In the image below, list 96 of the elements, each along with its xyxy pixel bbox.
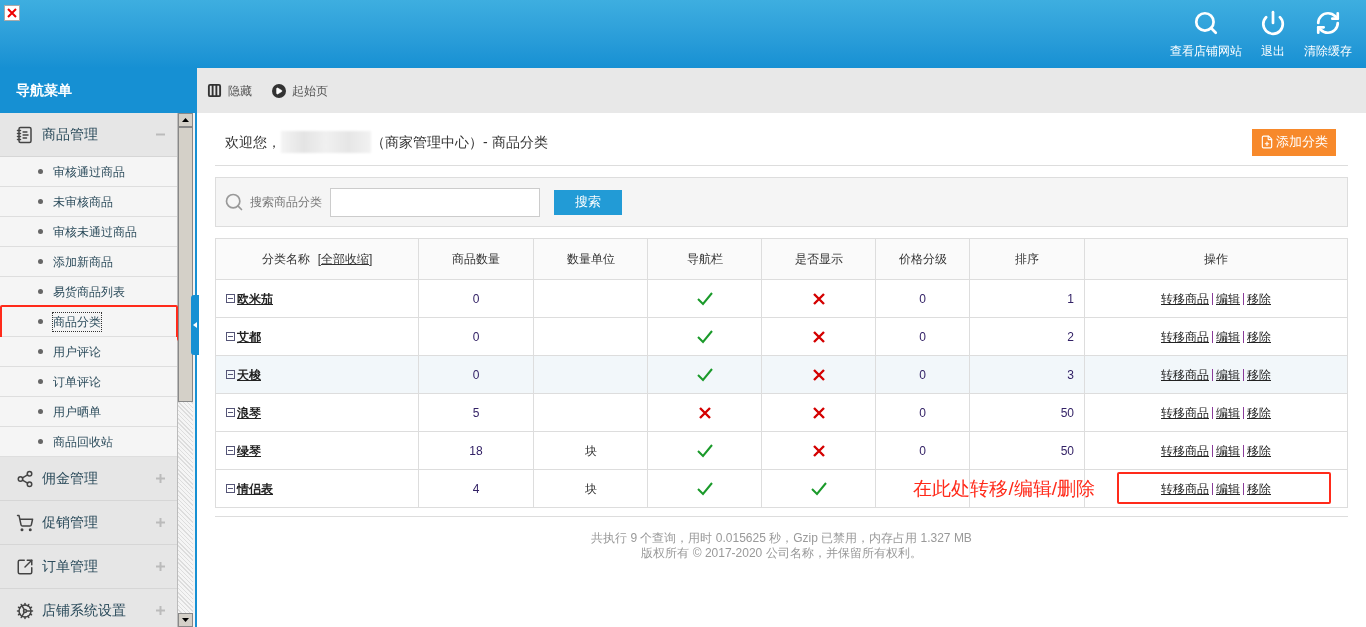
action-link[interactable]: 移除: [1247, 403, 1271, 422]
table-cell-text: 50: [1060, 404, 1074, 422]
category-name-link[interactable]: 绿琴: [237, 441, 261, 460]
export-icon: [16, 557, 34, 576]
collapse-icon[interactable]: [226, 332, 235, 341]
action-link[interactable]: 编辑: [1216, 327, 1240, 346]
table-cell-text: 0: [919, 442, 926, 460]
action-link[interactable]: 移除: [1247, 479, 1271, 498]
refresh-icon: [1315, 10, 1341, 36]
gears-icon: [16, 601, 34, 620]
scrollbar-thumb[interactable]: [178, 127, 193, 402]
category-name-link[interactable]: 天梭: [237, 365, 261, 384]
broken-image-icon: [4, 5, 20, 21]
footer-text: 共执行 9 个查询，用时 0.015625 秒，Gzip 已禁用，内存占用 1.327 MB: [591, 531, 972, 546]
collapse-icon[interactable]: [226, 408, 235, 417]
column-header: 排序: [1015, 251, 1039, 268]
column-header: 商品数量: [452, 251, 500, 268]
sidebar-group[interactable]: 促销管理: [0, 501, 177, 545]
search-icon: [1193, 10, 1219, 36]
group-label: 促销管理: [42, 513, 99, 532]
sidebar-item[interactable]: 用户评论: [0, 337, 177, 367]
sidebar-toggle[interactable]: [191, 295, 199, 355]
toolbar-button[interactable]: 起始页: [272, 81, 328, 100]
cart-icon: [16, 513, 34, 532]
column-header: 价格分级: [898, 251, 947, 268]
table-cell-text: 0: [919, 404, 926, 422]
scroll-up-icon[interactable]: [182, 118, 189, 122]
columns-icon: [207, 83, 222, 98]
sidebar-group[interactable]: 店铺系统设置: [0, 589, 177, 627]
group-label: 商品管理: [42, 125, 99, 144]
group-label: 店铺系统设置: [42, 601, 127, 620]
table-cell-text: 块: [584, 480, 597, 498]
collapse-icon[interactable]: [226, 370, 235, 379]
welcome-text: 欢迎您，: [225, 132, 281, 152]
search-icon: [224, 192, 244, 212]
notepad-icon: [16, 125, 34, 144]
search-label: 搜索商品分类: [250, 194, 322, 211]
action-link[interactable]: 转移商品: [1161, 327, 1209, 346]
action-link[interactable]: 编辑: [1216, 403, 1240, 422]
table-cell-text: 0: [919, 366, 926, 384]
sidebar-group[interactable]: 订单管理: [0, 545, 177, 589]
table-cell-text: 4: [472, 480, 480, 498]
action-link[interactable]: 移除: [1247, 365, 1271, 384]
table-cell-text: 3: [1067, 366, 1074, 384]
column-header: 操作: [1204, 251, 1228, 268]
action-link[interactable]: 编辑: [1216, 479, 1240, 498]
collapse-icon[interactable]: [226, 294, 235, 303]
action-link[interactable]: 转移商品: [1161, 365, 1209, 384]
column-header: 是否显示: [794, 251, 843, 268]
play-icon: [272, 83, 286, 98]
action-link[interactable]: 编辑: [1216, 441, 1240, 460]
scroll-down-icon[interactable]: [182, 618, 189, 622]
action-link[interactable]: 编辑: [1216, 365, 1240, 384]
action-link[interactable]: 移除: [1247, 327, 1271, 346]
action-link[interactable]: 转移商品: [1161, 289, 1209, 308]
footer-text: 版权所有 © 2017-2020 公司名称，并保留所有权利。: [641, 546, 922, 561]
action-link[interactable]: 转移商品: [1161, 403, 1209, 422]
action-link[interactable]: 编辑: [1216, 289, 1240, 308]
search-field[interactable]: [330, 187, 540, 217]
collapse-icon[interactable]: [226, 446, 235, 455]
add-file-icon: [1260, 135, 1274, 149]
category-name-link[interactable]: 浪琴: [237, 403, 261, 422]
collapse-icon[interactable]: [226, 484, 235, 493]
table-cell-text: 18: [469, 442, 483, 460]
column-header: 分类名称: [261, 251, 310, 268]
annotation-text: 在此处转移/编辑/删除: [913, 477, 1095, 501]
table-cell-text: 2: [1067, 328, 1074, 346]
power-icon: [1260, 10, 1286, 36]
page-title: （商家管理中心）- 商品分类: [371, 132, 548, 152]
table-cell-text: 0: [919, 328, 926, 346]
table-cell-text: 0: [472, 290, 480, 308]
column-header: 数量单位: [566, 251, 615, 268]
table-cell-text: 0: [472, 366, 480, 384]
action-link[interactable]: 转移商品: [1161, 479, 1209, 498]
table-cell-text: 1: [1067, 290, 1074, 308]
sidebar-group[interactable]: 佣金管理: [0, 457, 177, 501]
sidebar-title: 导航菜单: [0, 68, 195, 113]
table-cell-text: 5: [472, 404, 480, 422]
action-link[interactable]: 移除: [1247, 289, 1271, 308]
category-name-link[interactable]: 艾都: [237, 327, 261, 346]
collapse-all-link[interactable]: [全部收缩]: [317, 250, 373, 268]
category-name-link[interactable]: 情侣表: [237, 479, 273, 498]
table-cell-text: 50: [1060, 442, 1074, 460]
sidebar-group[interactable]: 商品管理: [0, 113, 177, 157]
table-cell-text: 块: [584, 442, 597, 460]
group-label: 佣金管理: [42, 469, 99, 488]
share-icon: [16, 469, 34, 488]
action-link[interactable]: 转移商品: [1161, 441, 1209, 460]
action-link[interactable]: 移除: [1247, 441, 1271, 460]
table-cell-text: 0: [472, 328, 480, 346]
arrow-left-icon: [193, 322, 197, 328]
category-name-link[interactable]: 欧米茄: [237, 289, 273, 308]
group-label: 订单管理: [42, 557, 99, 576]
column-header: 导航栏: [686, 251, 723, 268]
table-cell-text: 0: [919, 290, 926, 308]
toolbar-button[interactable]: 隐藏: [207, 81, 252, 100]
